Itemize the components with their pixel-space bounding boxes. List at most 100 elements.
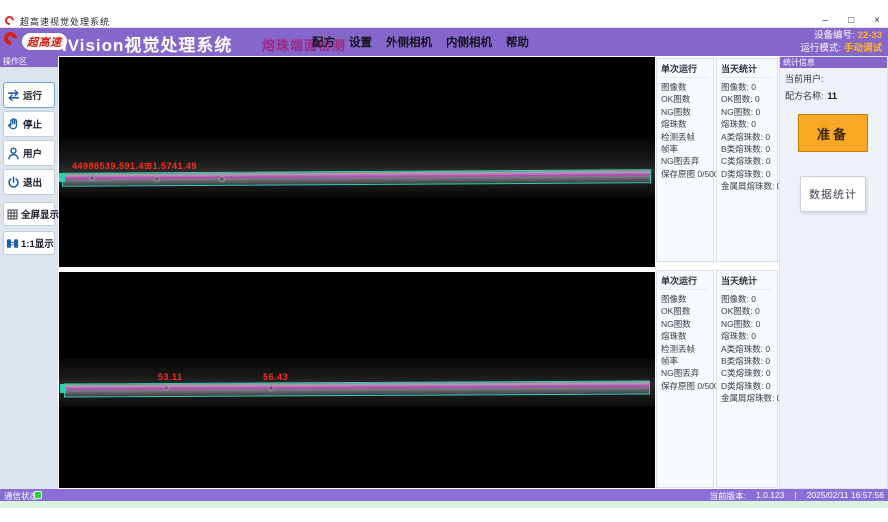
one-to-one-icon (6, 237, 19, 250)
camera2-measurement-2: 56.43 (263, 372, 288, 382)
device-number-label: 设备编号: (814, 30, 855, 41)
camera1-defect-dot (219, 176, 225, 182)
camera1-measurement-2: 31.5741.49 (147, 161, 197, 171)
run-button[interactable]: 运行 (3, 82, 55, 108)
stats2-run-title: 单次运行 (661, 274, 709, 290)
run-mode-label: 运行模式: (800, 43, 841, 54)
window-title: 超高速视觉处理系统 (20, 15, 110, 28)
fullscreen-grid-icon (6, 208, 19, 221)
stat-row: D类熔珠数: 0 (721, 168, 773, 180)
comm-status-indicator (34, 491, 42, 499)
stat-row: 帧率 (661, 355, 709, 367)
prepare-button[interactable]: 准备 (798, 114, 868, 152)
stat-row: 检测丢帧 (661, 131, 709, 143)
stats1-day-title: 当天统计 (721, 62, 773, 78)
menu-outer-camera[interactable]: 外侧相机 (386, 34, 432, 50)
one-to-one-button[interactable]: 1:1显示 (3, 231, 55, 255)
one-to-one-button-label: 1:1显示 (21, 236, 54, 250)
statistics-info-title: 统计信息 (780, 57, 887, 68)
stat-row: 金属屑熔珠数: 0 (721, 392, 773, 404)
stat-row: NG图丢弃 (661, 155, 709, 167)
stat-row: A类熔珠数: 0 (721, 343, 773, 355)
stat-row: 保存原图 0/500 (661, 380, 709, 392)
device-number-value: 22-33 (858, 30, 882, 41)
maximize-button[interactable]: □ (848, 13, 854, 28)
minimize-button[interactable]: – (823, 13, 829, 28)
run-loop-icon (6, 88, 21, 103)
stats2-run-panel: 单次运行 图像数 OK图数 NG图数 熔珠数 检测丢帧 帧率 NG图丢弃 保存原… (656, 270, 714, 488)
stat-row: NG图数: 0 (721, 318, 773, 330)
run-mode-value: 手动调试 (844, 43, 882, 54)
menu-help[interactable]: 帮助 (506, 34, 529, 50)
menu-settings[interactable]: 设置 (349, 34, 372, 50)
stat-row: C类熔珠数: 0 (721, 367, 773, 379)
stat-row: NG图数: 0 (721, 106, 773, 118)
stat-row: 图像数 (661, 81, 709, 93)
menu-recipe[interactable]: 配方 (312, 34, 335, 50)
user-button[interactable]: 用户 (3, 140, 55, 166)
stat-row: 图像数: 0 (721, 293, 773, 305)
stat-row: OK图数: 0 (721, 93, 773, 105)
stat-row: B类熔珠数: 0 (721, 355, 773, 367)
camera1-edge-marker (59, 173, 65, 182)
brand-logo: 超高速 (22, 33, 67, 50)
stats1-run-title: 单次运行 (661, 62, 709, 78)
stat-row: A类熔珠数: 0 (721, 131, 773, 143)
stats1-day-panel: 当天统计 图像数: 0 OK图数: 0 NG图数: 0 熔珠数: 0 A类熔珠数… (716, 58, 778, 262)
stat-row: 保存原图 0/500 (661, 168, 709, 180)
stat-row: C类熔珠数: 0 (721, 155, 773, 167)
stop-hand-icon (6, 117, 21, 132)
app-title: IVision视觉处理系统 (62, 31, 232, 56)
current-user-label: 当前用户: (785, 74, 824, 84)
camera1-defect-dot (89, 175, 95, 181)
stat-row: NG图数 (661, 318, 709, 330)
stat-row: 熔珠数 (661, 118, 709, 130)
stat-row: 图像数 (661, 293, 709, 305)
app-logo-icon (3, 14, 16, 27)
stat-row: B类熔珠数: 0 (721, 143, 773, 155)
recipe-name-value: 11 (828, 91, 838, 101)
camera2-measurement-1: 53.11 (158, 372, 183, 382)
operation-sidebar: 操作区 运行 停止 用户 退出 全屏显示 (0, 56, 58, 489)
stat-row: OK图数 (661, 305, 709, 317)
exit-button-label: 退出 (23, 175, 42, 189)
camera-view-outer: 44988539.591.49 31.5741.49 (59, 57, 655, 267)
stats2-day-title: 当天统计 (721, 274, 773, 290)
stat-row: 金属屑熔珠数: 0 (721, 180, 773, 192)
brand-flame-icon (1, 29, 19, 47)
camera2-defect-dot (163, 385, 169, 391)
exit-button[interactable]: 退出 (3, 169, 55, 195)
stats2-day-panel: 当天统计 图像数: 0 OK图数: 0 NG图数: 0 熔珠数: 0 A类熔珠数… (716, 270, 778, 488)
user-button-label: 用户 (23, 146, 42, 160)
operation-panel-title: 操作区 (0, 56, 58, 67)
stop-button-label: 停止 (23, 117, 42, 131)
fullscreen-button-label: 全屏显示 (21, 207, 59, 221)
stat-row: 熔珠数: 0 (721, 330, 773, 342)
os-titlebar: 超高速视觉处理系统 – □ × (0, 13, 888, 28)
data-statistics-button[interactable]: 数据统计 (800, 176, 866, 212)
stat-row: 熔珠数: 0 (721, 118, 773, 130)
stop-button[interactable]: 停止 (3, 111, 55, 137)
camera-view-inner: 53.11 56.43 (59, 272, 655, 488)
camera2-edge-marker (60, 384, 66, 393)
fullscreen-button[interactable]: 全屏显示 (3, 202, 55, 226)
menu-inner-camera[interactable]: 内侧相机 (446, 34, 492, 50)
stat-row: D类熔珠数: 0 (721, 380, 773, 392)
recipe-name-label: 配方名称: (785, 91, 824, 101)
power-icon (6, 175, 21, 190)
close-button[interactable]: × (874, 13, 880, 28)
header-info: 设备编号:22-33 运行模式:手动调试 (800, 29, 882, 55)
camera1-measurement-1: 44988539.591.49 (72, 161, 150, 171)
camera1-defect-dot (154, 176, 160, 182)
stat-row: 图像数: 0 (721, 81, 773, 93)
user-icon (6, 146, 21, 161)
menu-bar: 配方 设置 外侧相机 内侧相机 帮助 (312, 28, 529, 56)
brand-logo-text: 超高速 (27, 34, 62, 50)
stat-row: OK图数 (661, 93, 709, 105)
stat-row: 帧率 (661, 143, 709, 155)
run-button-label: 运行 (23, 88, 42, 102)
status-bar: 通信状态: 当前版本: 1.0.123 | 2025/02/11 16:57:5… (0, 489, 888, 501)
stat-row: OK图数: 0 (721, 305, 773, 317)
stat-row: NG图丢弃 (661, 367, 709, 379)
stat-row: 检测丢帧 (661, 343, 709, 355)
